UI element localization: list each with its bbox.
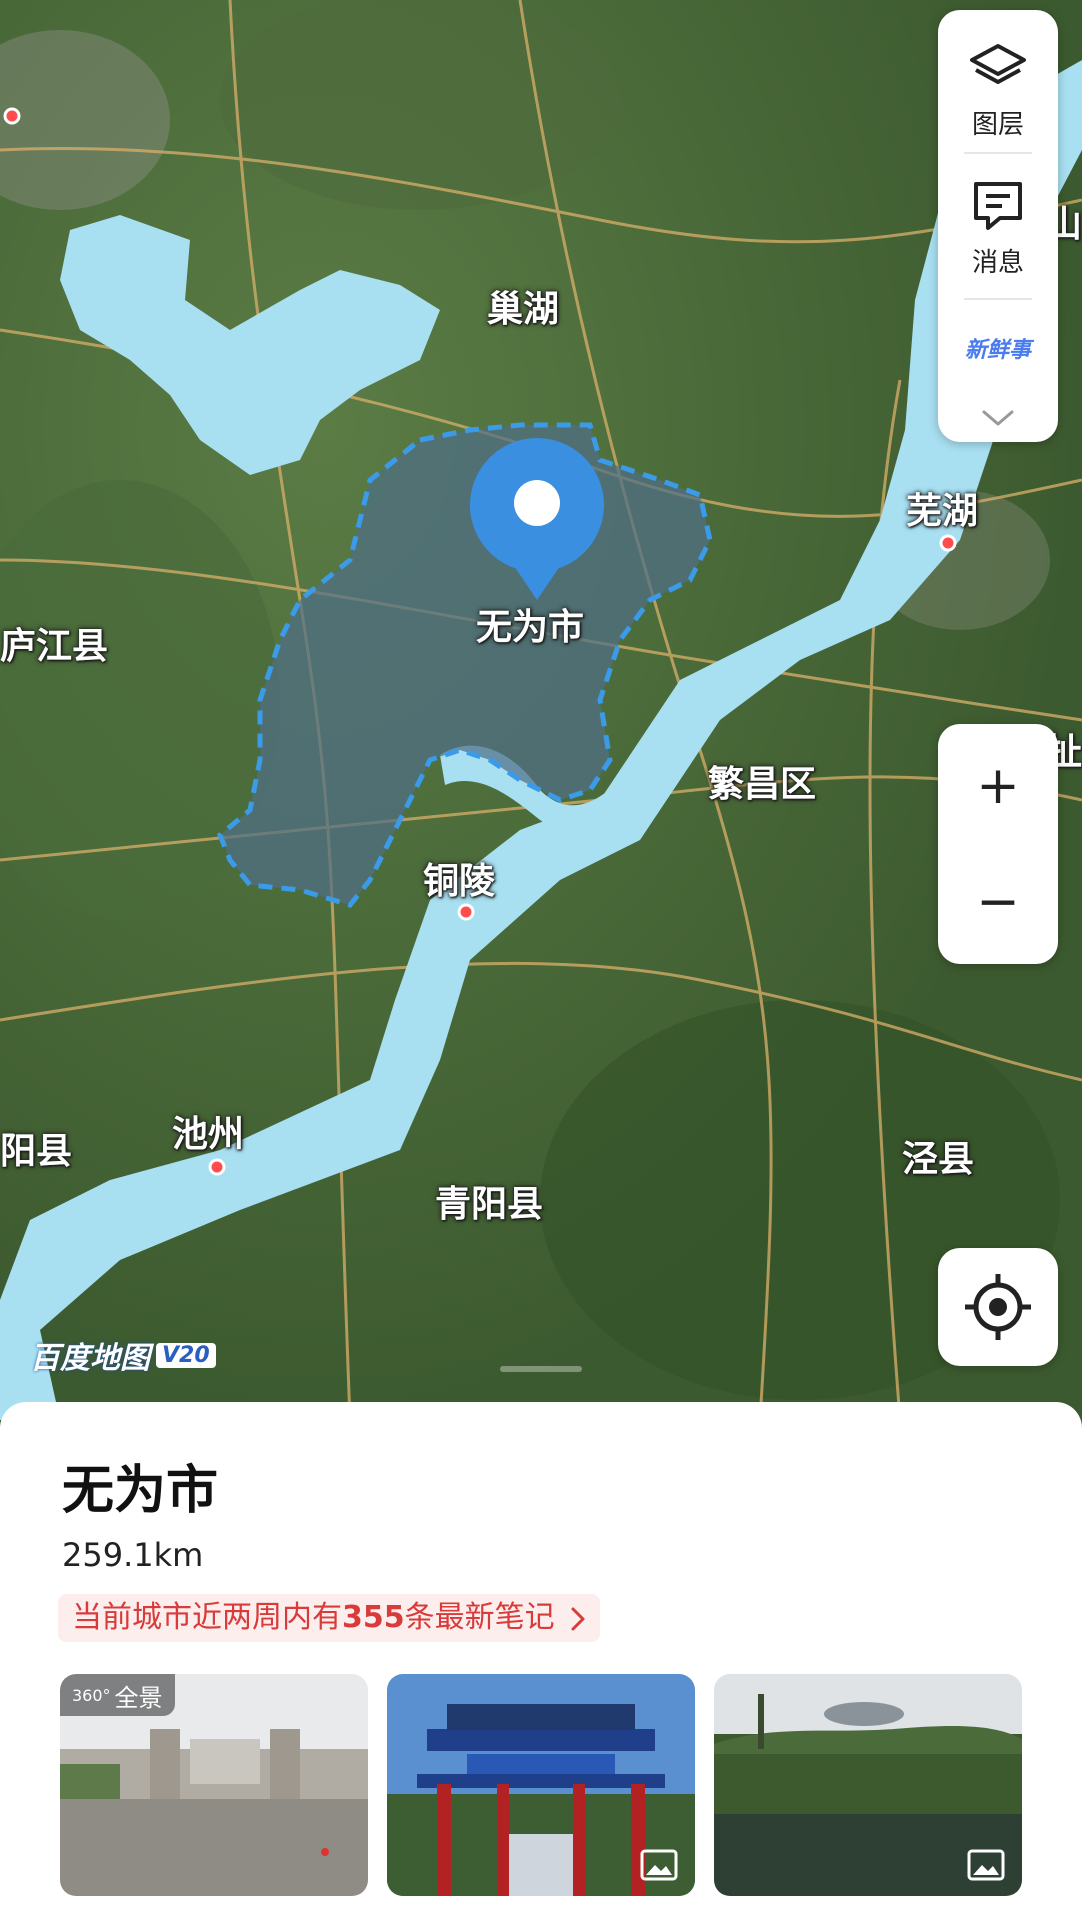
map-watermark: 百度地图 V20 (30, 1333, 216, 1377)
notes-count: 355 (342, 1600, 405, 1635)
panorama-label: 全景 (114, 1683, 163, 1712)
messages-label: 消息 (971, 248, 1024, 278)
notes-suffix: 条最新笔记 (404, 1600, 555, 1635)
label-fanchang: 繁昌区 (708, 764, 817, 805)
chevron-right-icon (571, 1607, 585, 1630)
terrain-patch (220, 0, 620, 210)
city-dot-tongling (457, 903, 475, 921)
divider (964, 152, 1032, 154)
zoom-in-button[interactable]: + (938, 736, 1058, 836)
label-chaohu: 巢湖 (487, 289, 560, 330)
zoom-control: + − (938, 724, 1058, 964)
chevron-down-icon[interactable] (980, 408, 1016, 428)
city-dot-hefei (3, 107, 21, 125)
photo-thumbnail-lake[interactable] (714, 1674, 1022, 1896)
image-icon (640, 1849, 678, 1881)
watermark-brand: 百度地图 (30, 1341, 150, 1376)
layers-label: 图层 (971, 110, 1024, 140)
place-distance: 259.1km (62, 1536, 204, 1574)
layers-icon (970, 44, 1026, 84)
label-lujiang: 庐江县 (0, 626, 109, 667)
fresh-news-badge[interactable]: 新鲜事 (956, 332, 1040, 364)
panorama-degrees: 360° (72, 1685, 111, 1705)
messages-button[interactable]: 消息 (938, 170, 1058, 290)
message-icon (974, 182, 1022, 230)
zoom-out-button[interactable]: − (938, 852, 1058, 952)
locate-button[interactable] (938, 1248, 1058, 1366)
photo-thumbnail-panorama[interactable]: 360° 全景 (60, 1674, 368, 1896)
layers-button[interactable]: 图层 (938, 28, 1058, 148)
place-title: 无为市 (62, 1461, 219, 1521)
label-wuweishi: 无为市 (476, 607, 585, 648)
divider (964, 298, 1032, 300)
label-yangxian: 阳县 (0, 1131, 73, 1172)
sheet-handle[interactable] (500, 1366, 582, 1372)
notes-prefix: 当前城市近两周内有 (72, 1600, 342, 1635)
watermark-version: V20 (156, 1342, 216, 1368)
label-wuhu: 芜湖 (906, 491, 979, 532)
panorama-tag: 360° 全景 (60, 1674, 175, 1716)
locate-icon (965, 1274, 1031, 1340)
map-control-panel: 图层 消息 新鲜事 (938, 10, 1058, 442)
photo-thumbnail-gate[interactable] (387, 1674, 695, 1896)
label-tongling: 铜陵 (423, 861, 496, 902)
pin-center (514, 480, 560, 526)
label-chizhou: 池州 (172, 1114, 245, 1155)
city-dot-chizhou (208, 1158, 226, 1176)
image-icon (967, 1849, 1005, 1881)
city-dot-wuhu (939, 534, 957, 552)
label-qingyang: 青阳县 (435, 1184, 544, 1225)
notes-banner[interactable]: 当前城市近两周内有355条最新笔记 (58, 1594, 601, 1642)
label-jingxian: 泾县 (902, 1139, 975, 1180)
